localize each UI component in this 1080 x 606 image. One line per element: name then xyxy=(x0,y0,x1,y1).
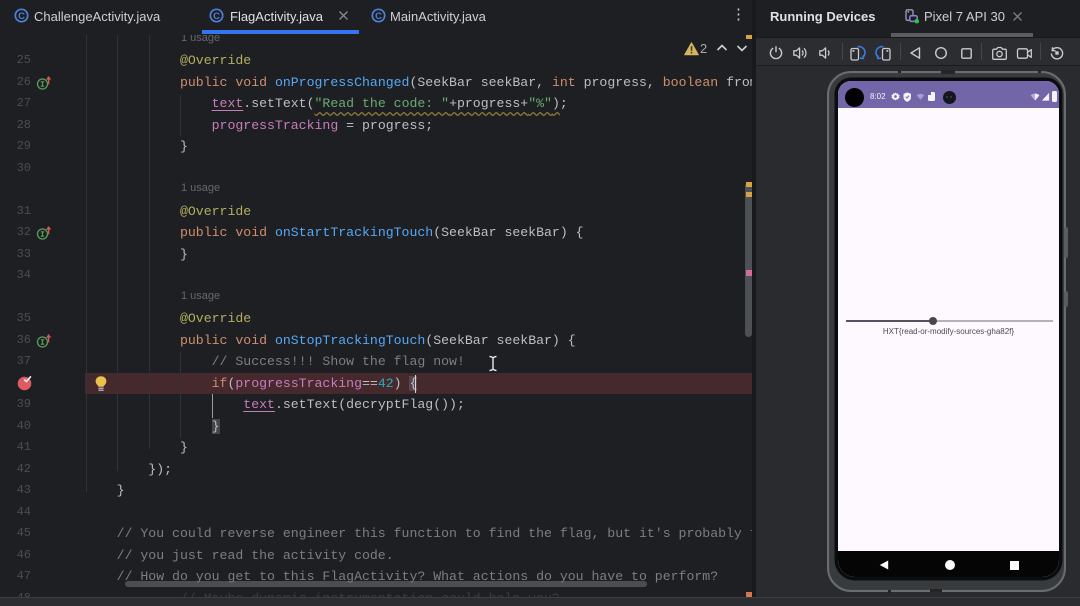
svg-text:C: C xyxy=(375,11,382,22)
svg-text:C: C xyxy=(213,11,220,22)
svg-text:C: C xyxy=(18,11,25,22)
